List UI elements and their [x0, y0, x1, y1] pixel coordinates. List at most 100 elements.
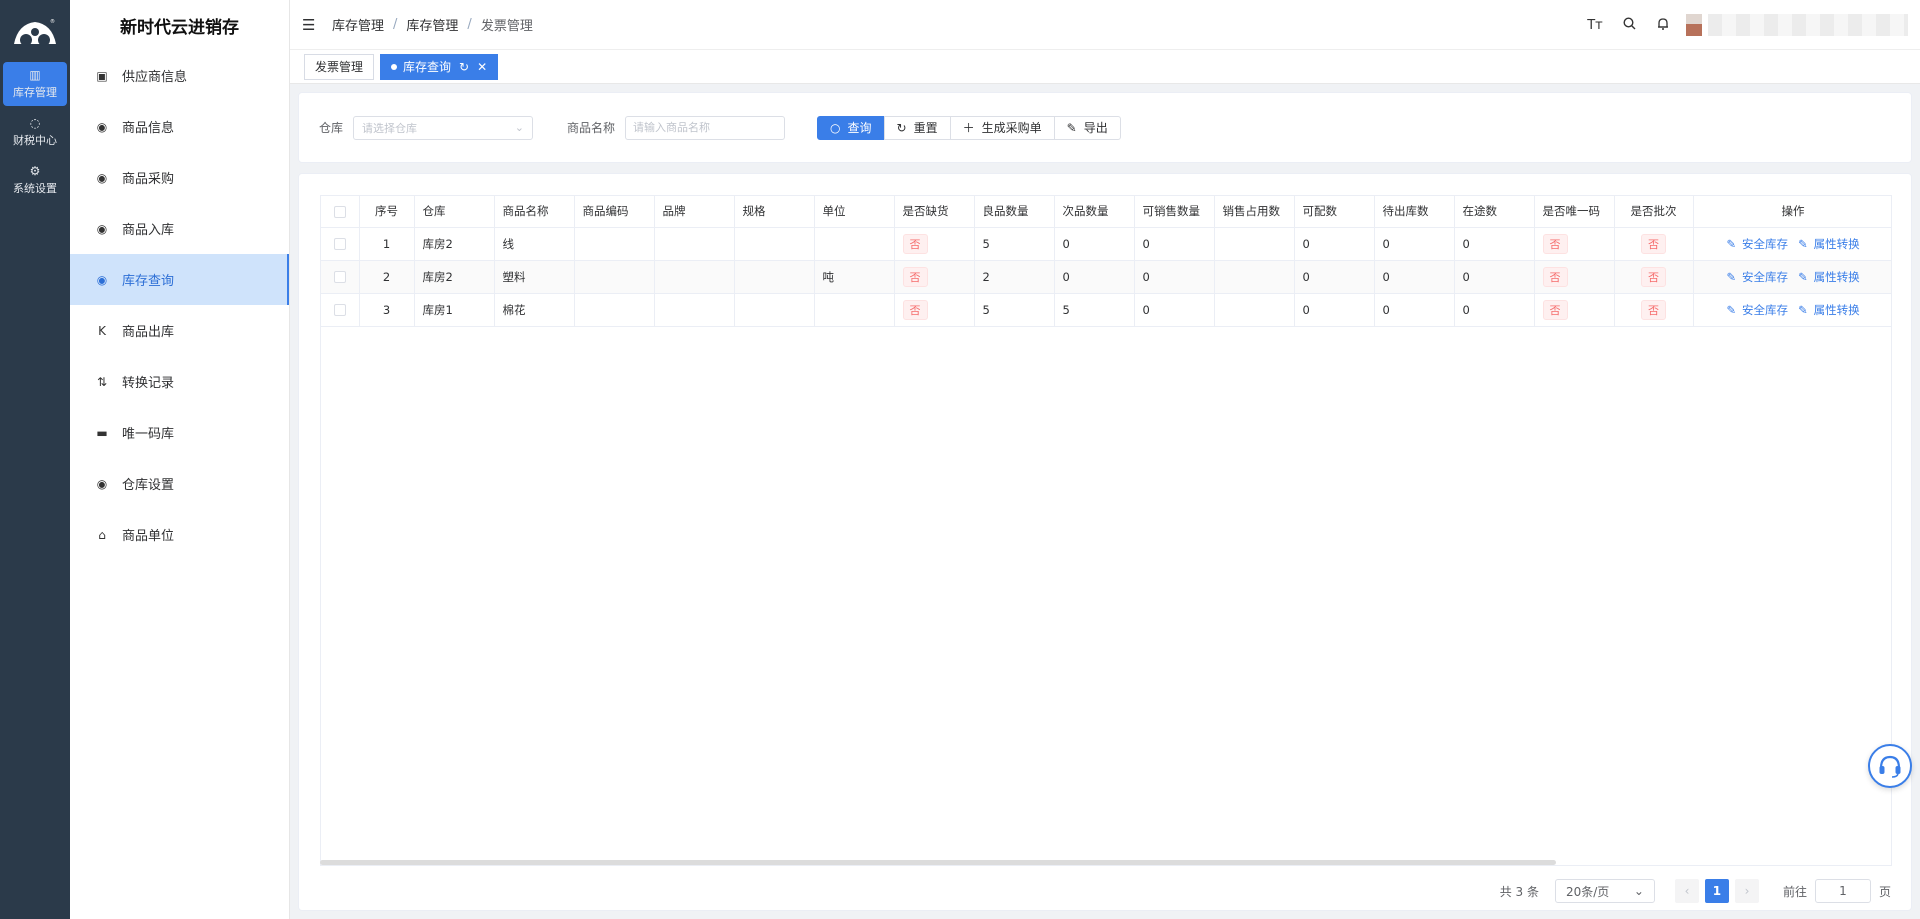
goto-page-input[interactable]: [1814, 879, 1871, 903]
column-header[interactable]: 是否缺货: [894, 196, 975, 228]
search-icon[interactable]: [1612, 16, 1646, 34]
rail-item[interactable]: ◌ 财税中心: [3, 110, 67, 154]
status-badge: 否: [902, 266, 928, 287]
next-page-button[interactable]: ›: [1734, 879, 1759, 903]
refresh-icon: ↻: [896, 120, 907, 135]
apple-icon: ◌: [29, 116, 41, 130]
menu-item[interactable]: ◉ 商品采购: [70, 152, 289, 203]
cell-allocatable: 0: [1294, 227, 1375, 261]
column-header[interactable]: 销售占用数: [1214, 196, 1295, 228]
column-header[interactable]: 序号: [359, 196, 415, 228]
menu-item[interactable]: ⇅ 转换记录: [70, 356, 289, 407]
cell-defect: 5: [1054, 293, 1135, 327]
column-header[interactable]: 是否唯一码: [1534, 196, 1615, 228]
menu-item[interactable]: ◉ 商品信息: [70, 101, 289, 152]
column-header[interactable]: 单位: [814, 196, 895, 228]
column-header[interactable]: 次品数量: [1054, 196, 1135, 228]
export-button[interactable]: ✎ 导出: [1053, 115, 1121, 140]
rail-item[interactable]: ▥ 库存管理: [3, 62, 67, 106]
page-size-select[interactable]: 20条/页 ⌄: [1554, 879, 1655, 903]
column-header[interactable]: 待出库数: [1374, 196, 1455, 228]
column-header[interactable]: 可配数: [1294, 196, 1375, 228]
cell-name: 塑料: [494, 260, 575, 294]
customer-service-button[interactable]: [1868, 744, 1912, 788]
close-icon[interactable]: ✕: [477, 60, 487, 74]
column-header[interactable]: 品牌: [654, 196, 735, 228]
prev-page-button[interactable]: ‹: [1674, 879, 1699, 903]
column-header[interactable]: 商品编码: [574, 196, 655, 228]
cell-in_transit: 0: [1454, 227, 1535, 261]
menu-item-label: 商品采购: [122, 172, 175, 187]
chrome-icon: ◉: [96, 119, 108, 134]
tag-label: 发票管理: [315, 60, 364, 74]
menu-item[interactable]: ▬ 唯一码库: [70, 407, 289, 458]
k-icon: K: [98, 323, 106, 338]
safety-stock-link[interactable]: ✎ 安全库存: [1726, 270, 1788, 284]
column-header[interactable]: 是否批次: [1614, 196, 1694, 228]
font-size-icon[interactable]: Tт: [1578, 18, 1612, 33]
page-number-current[interactable]: 1: [1704, 879, 1729, 903]
breadcrumb-item[interactable]: 库存管理: [332, 15, 384, 34]
table-row[interactable]: 2 库房2 塑料吨否 2 0 0 0 0 0 否否 ✎ 安全库存 ✎ 属性转换: [321, 260, 1891, 294]
attr-convert-link[interactable]: ✎ 属性转换: [1798, 303, 1860, 317]
breadcrumb-separator: /: [393, 17, 398, 32]
column-header[interactable]: 在途数: [1454, 196, 1535, 228]
status-badge: 否: [1542, 266, 1568, 287]
cell-shortage: 否: [894, 260, 975, 294]
page-suffix-label: 页: [1878, 884, 1891, 899]
column-header[interactable]: 仓库: [414, 196, 495, 228]
bell-icon[interactable]: [1646, 17, 1680, 34]
attr-convert-link[interactable]: ✎ 属性转换: [1798, 237, 1860, 251]
warehouse-select[interactable]: 请选择仓库 ⌄: [353, 115, 534, 140]
generate-po-button-label: 生成采购单: [981, 121, 1042, 135]
row-checkbox[interactable]: [333, 304, 346, 316]
table-row[interactable]: 3 库房1 棉花否 5 5 0 0 0 0 否否 ✎ 安全库存 ✎ 属性转换: [321, 293, 1891, 327]
column-header[interactable]: 可销售数量: [1134, 196, 1215, 228]
table-card: 序号 仓库 商品名称 商品编码 品牌 规格 单位 是否缺货 良品数量 次品数量 可销售数量 销售占用数…: [298, 173, 1912, 911]
menu-item[interactable]: ◉ 商品入库: [70, 203, 289, 254]
plus-icon: ＋: [962, 121, 975, 135]
attr-convert-link[interactable]: ✎ 属性转换: [1798, 270, 1860, 284]
query-button[interactable]: ○ 查询: [817, 115, 885, 140]
pagination: 共 3 条 20条/页 ⌄ ‹ 1 › 前往 页: [1500, 878, 1891, 904]
refresh-icon[interactable]: ↻: [459, 60, 469, 74]
hamburger-icon[interactable]: ☰: [302, 16, 322, 34]
attr-convert-label: 属性转换: [1813, 269, 1860, 284]
cell-brand: [654, 260, 735, 294]
menu-item[interactable]: ◉ 仓库设置: [70, 458, 289, 509]
status-badge: 否: [1542, 299, 1568, 320]
cell-occupied: [1214, 260, 1295, 294]
row-checkbox[interactable]: [333, 238, 346, 250]
menu-item[interactable]: ▣ 供应商信息: [70, 50, 289, 101]
menu-item-label: 商品信息: [122, 121, 175, 136]
select-all-checkbox[interactable]: [333, 205, 346, 218]
user-name-blurred[interactable]: [1708, 14, 1908, 36]
menu-item[interactable]: ◉ 库存查询: [70, 254, 289, 305]
cell-name: 棉花: [494, 293, 575, 327]
menu-item[interactable]: ⌂ 商品单位: [70, 509, 289, 560]
breadcrumb-item[interactable]: 库存管理: [406, 15, 458, 34]
tag-invoice-management[interactable]: 发票管理: [304, 53, 375, 80]
cell-unique: 否: [1534, 293, 1615, 327]
generate-po-button[interactable]: ＋ 生成采购单: [949, 115, 1055, 140]
reset-button[interactable]: ↻ 重置: [883, 115, 951, 140]
cell-unit: [814, 293, 895, 327]
column-header[interactable]: 操作: [1693, 196, 1891, 228]
goto-label: 前往: [1782, 884, 1807, 899]
column-header[interactable]: 规格: [734, 196, 815, 228]
horizontal-scrollbar[interactable]: [320, 860, 1556, 865]
row-checkbox[interactable]: [333, 271, 346, 283]
cell-spec: [734, 227, 815, 261]
menu-item[interactable]: K 商品出库: [70, 305, 289, 356]
tag-inventory-query[interactable]: 库存查询 ↻ ✕: [380, 53, 499, 80]
cell-sellable: 0: [1134, 227, 1215, 261]
product-name-input[interactable]: [625, 115, 786, 140]
column-header[interactable]: 商品名称: [494, 196, 575, 228]
cell-no: 2: [359, 260, 415, 294]
table-row[interactable]: 1 库房2 线否 5 0 0 0 0 0 否否 ✎ 安全库存 ✎ 属性转换: [321, 227, 1891, 261]
column-header[interactable]: 良品数量: [974, 196, 1055, 228]
safety-stock-link[interactable]: ✎ 安全库存: [1726, 237, 1788, 251]
avatar[interactable]: [1686, 14, 1702, 36]
safety-stock-link[interactable]: ✎ 安全库存: [1726, 303, 1788, 317]
rail-item[interactable]: ⚙ 系统设置: [3, 158, 67, 202]
